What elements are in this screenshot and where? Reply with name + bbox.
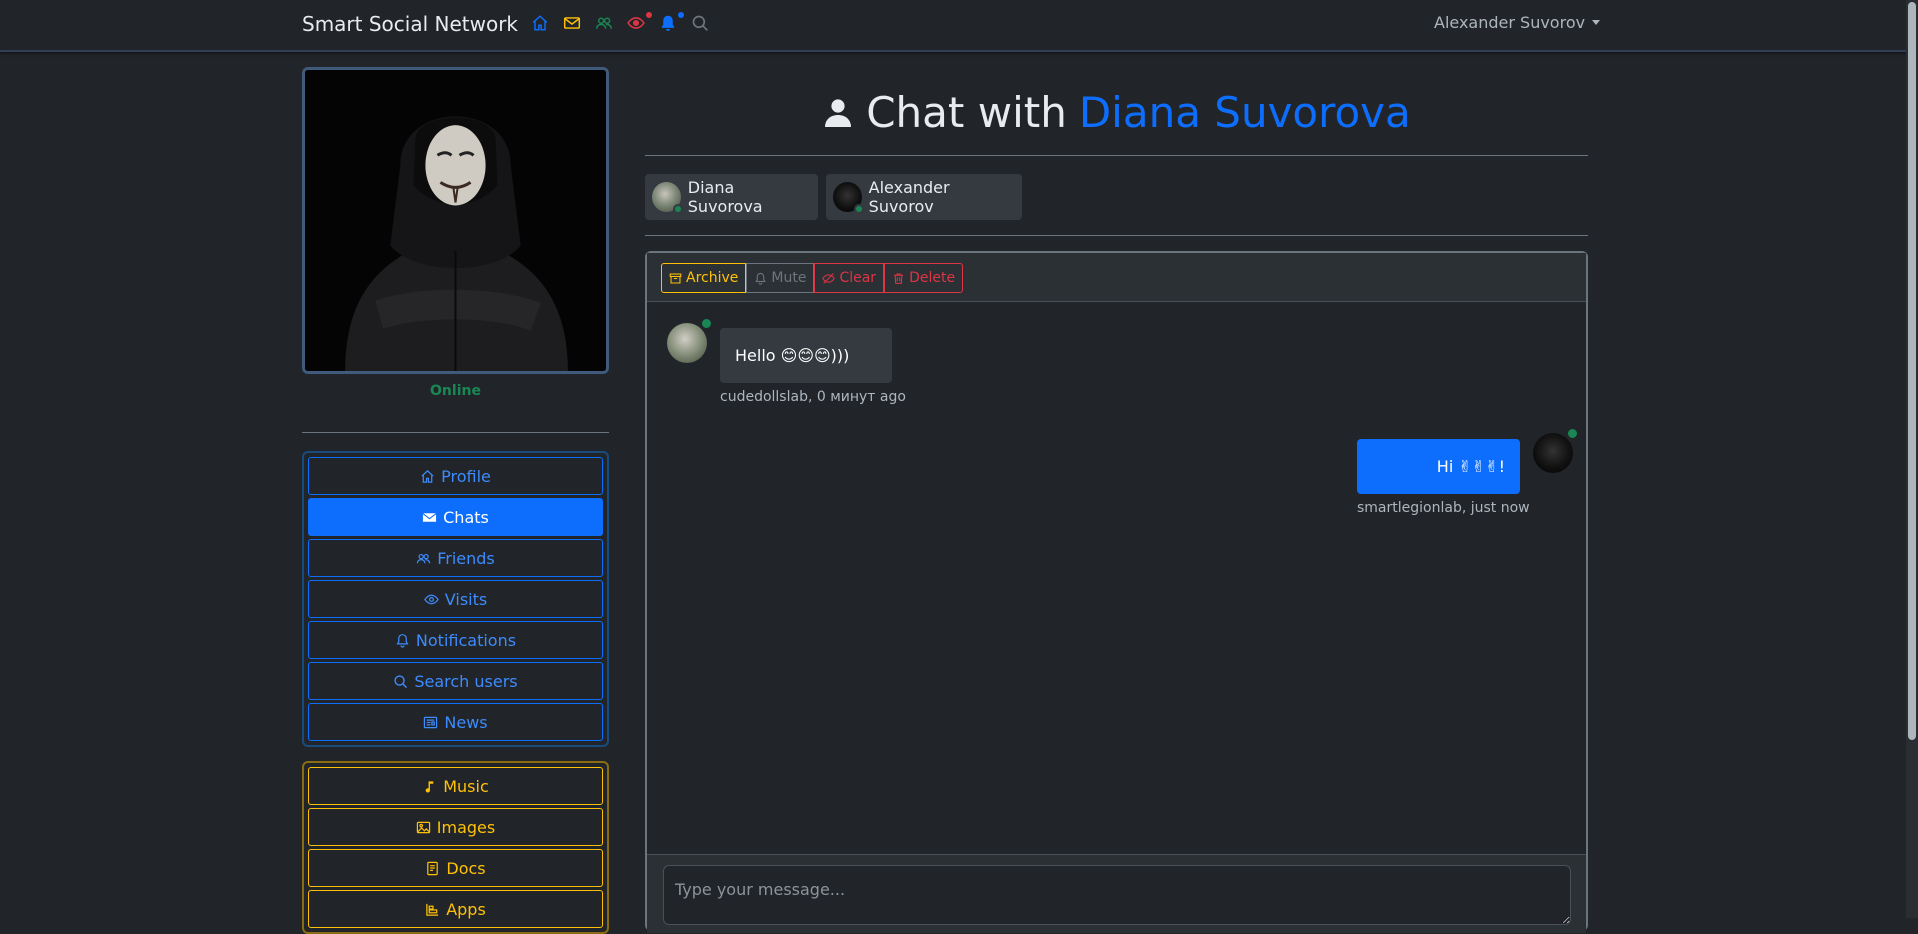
archive-label: Archive <box>686 270 739 286</box>
music-note-icon <box>422 779 437 794</box>
sidebar-item-label: Visits <box>444 589 488 609</box>
people-icon[interactable] <box>595 14 617 36</box>
sidebar-item-label: Search users <box>414 671 518 691</box>
avatar <box>833 182 864 214</box>
sidebar-item-label: Friends <box>437 548 495 568</box>
message-meta: smartlegionlab, just now <box>1357 500 1530 516</box>
sidebar-item-apps[interactable]: Apps <box>308 890 603 928</box>
sidebar-item-notifications[interactable]: Notifications <box>308 621 603 659</box>
archive-icon <box>669 272 682 285</box>
message-bubble-incoming: Hello 😊😊😊))) <box>720 328 892 383</box>
eye-icon[interactable] <box>627 12 652 36</box>
image-icon <box>416 820 431 835</box>
avatar <box>652 182 683 214</box>
sidebar-item-label: Notifications <box>415 630 517 650</box>
bell-icon <box>754 272 767 285</box>
message-text: Hello 😊😊😊))) <box>735 346 850 365</box>
member-name: Diana Suvorova <box>687 178 763 216</box>
home-icon <box>420 469 435 484</box>
top-navbar: Smart Social Network Alexander Suvorov <box>0 0 1906 52</box>
chat-member-diana[interactable]: Diana Suvorova <box>645 174 818 220</box>
archive-button[interactable]: Archive <box>661 263 747 293</box>
online-indicator <box>1568 429 1577 438</box>
search-icon[interactable] <box>691 14 713 36</box>
member-name: Alexander Suvorov <box>868 178 950 216</box>
user-menu-name: Alexander Suvorov <box>1434 13 1586 32</box>
online-indicator <box>853 204 864 214</box>
search-icon <box>393 674 408 689</box>
sidebar-item-visits[interactable]: Visits <box>308 580 603 618</box>
avatar[interactable] <box>1533 429 1577 473</box>
chat-member-alexander[interactable]: Alexander Suvorov <box>826 174 1022 220</box>
mute-button[interactable]: Mute <box>746 263 815 293</box>
people-icon <box>416 551 431 566</box>
sidebar-media-group: Music Images Docs Apps <box>302 761 609 934</box>
sidebar-item-images[interactable]: Images <box>308 808 603 846</box>
message-text: Hi ✌✌✌! <box>1436 457 1505 476</box>
envelope-icon <box>422 510 437 525</box>
page-scrollbar[interactable] <box>1906 0 1918 918</box>
message-bubble-outgoing: Hi ✌✌✌! <box>1357 439 1520 494</box>
online-status: Online <box>430 383 481 399</box>
eye-icon <box>424 592 439 607</box>
sidebar-item-label: Docs <box>446 858 486 878</box>
title-divider <box>645 155 1588 156</box>
chat-toolbar: Archive Mute Clear Delete <box>647 253 1586 302</box>
message-composer <box>647 854 1586 933</box>
sidebar-item-label: Profile <box>441 466 491 486</box>
chevron-down-icon <box>1592 20 1601 25</box>
delete-label: Delete <box>909 270 956 286</box>
sidebar-item-search-users[interactable]: Search users <box>308 662 603 700</box>
sidebar-item-label: Apps <box>446 899 486 919</box>
apps-icon <box>425 902 440 917</box>
sidebar-item-chats[interactable]: Chats <box>308 498 603 536</box>
profile-avatar[interactable] <box>302 67 609 374</box>
sidebar-item-label: Chats <box>443 507 489 527</box>
scrollbar-thumb[interactable] <box>1908 2 1916 740</box>
sidebar-divider <box>302 432 609 433</box>
sidebar-item-music[interactable]: Music <box>308 767 603 805</box>
page-title: Chat with Diana Suvorova <box>645 88 1588 137</box>
online-indicator <box>672 204 683 214</box>
person-icon <box>822 97 854 129</box>
online-indicator <box>702 319 711 328</box>
trash-icon <box>892 272 905 285</box>
sidebar-item-docs[interactable]: Docs <box>308 849 603 887</box>
user-menu-dropdown[interactable]: Alexander Suvorov <box>1434 13 1601 32</box>
members-divider <box>645 235 1588 236</box>
sidebar-item-label: Music <box>443 776 489 796</box>
home-icon[interactable] <box>531 14 553 36</box>
message-input[interactable] <box>663 865 1571 925</box>
sidebar-item-label: News <box>444 712 488 732</box>
chat-window: Archive Mute Clear Delete Hello 😊😊😊))) c… <box>645 251 1588 933</box>
bell-icon[interactable] <box>659 12 684 36</box>
sidebar-item-profile[interactable]: Profile <box>308 457 603 495</box>
navbar-icons <box>531 12 713 36</box>
chat-title-prefix: Chat with <box>866 88 1067 137</box>
notifications-indicator-dot <box>678 12 684 18</box>
brand-title[interactable]: Smart Social Network <box>302 12 518 36</box>
mute-label: Mute <box>771 270 807 286</box>
eye-slash-icon <box>822 272 836 285</box>
chat-title-name[interactable]: Diana Suvorova <box>1079 88 1411 137</box>
sidebar-item-friends[interactable]: Friends <box>308 539 603 577</box>
clear-label: Clear <box>839 270 877 286</box>
visits-indicator-dot <box>646 12 652 18</box>
bell-icon <box>395 633 410 648</box>
newspaper-icon <box>423 715 438 730</box>
clear-button[interactable]: Clear <box>814 263 885 293</box>
sidebar-item-news[interactable]: News <box>308 703 603 741</box>
message-meta: cudedollslab, 0 минут ago <box>720 389 906 405</box>
file-icon <box>425 861 440 876</box>
delete-button[interactable]: Delete <box>884 263 964 293</box>
sidebar-item-label: Images <box>436 817 496 837</box>
avatar[interactable] <box>667 319 711 363</box>
sidebar-nav-group: Profile Chats Friends Visits Notificatio… <box>302 451 609 747</box>
envelope-icon[interactable] <box>563 14 585 36</box>
